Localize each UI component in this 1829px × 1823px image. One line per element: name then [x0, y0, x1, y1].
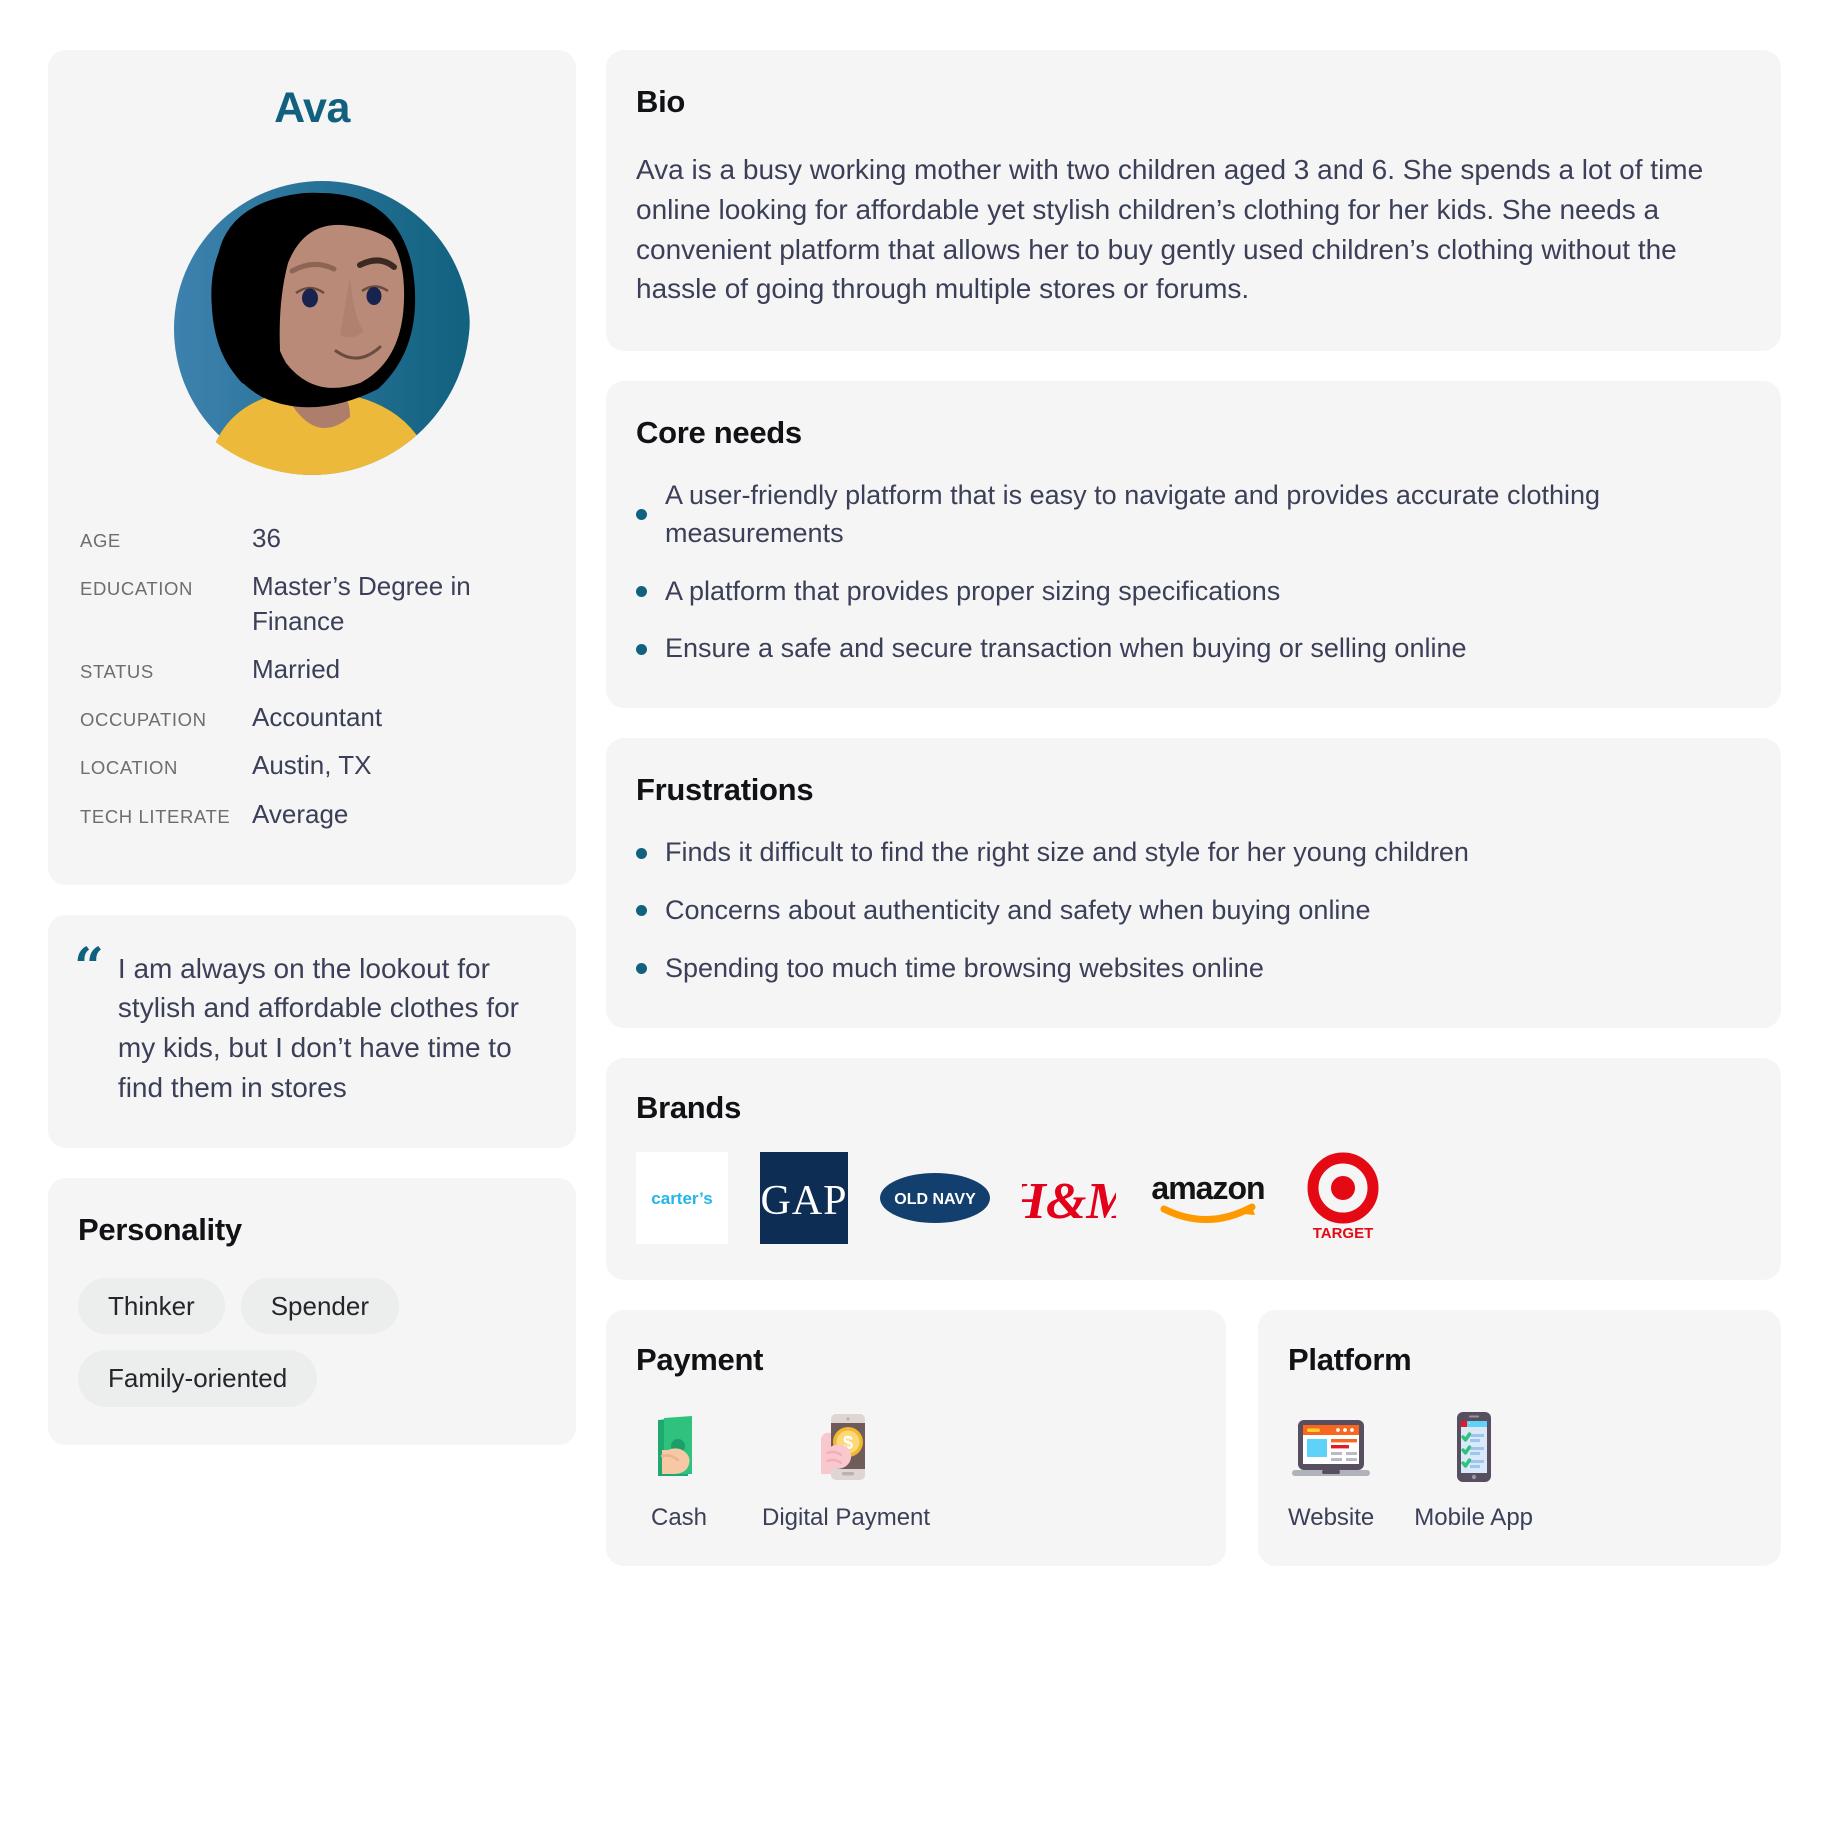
- brands-title: Brands: [636, 1089, 742, 1125]
- attribute-row-tech-literate: Tech Literate Average: [80, 797, 544, 832]
- right-column: Bio Ava is a busy working mother with tw…: [606, 50, 1781, 1567]
- list-item: A platform that provides proper sizing s…: [636, 573, 1743, 611]
- bio-card: Bio Ava is a busy working mother with tw…: [606, 50, 1781, 351]
- personality-chip[interactable]: Thinker: [78, 1277, 225, 1335]
- personality-chip[interactable]: Family-oriented: [78, 1350, 318, 1407]
- core-needs-card: Core needs A user-friendly platform that…: [606, 381, 1781, 709]
- gap-logo: GAP: [760, 1151, 848, 1244]
- bio-text: Ava is a busy working mother with two ch…: [636, 154, 1704, 305]
- platform-option-label: Website: [1288, 1503, 1375, 1531]
- payment-icon-list: Cash $ Digital Payment: [636, 1404, 1188, 1533]
- payment-option-cash[interactable]: Cash: [636, 1404, 722, 1533]
- bullet-dot-icon: [636, 963, 647, 975]
- hm-logo: H&M: [1022, 1158, 1116, 1238]
- svg-text:amazon: amazon: [1151, 1170, 1264, 1206]
- cash-in-hand-icon: [658, 1415, 692, 1476]
- list-item-text: A user-friendly platform that is easy to…: [665, 480, 1601, 548]
- attribute-value: 36: [252, 523, 281, 553]
- bullet-dot-icon: [636, 905, 647, 917]
- attribute-value: Accountant: [252, 702, 383, 733]
- frustrations-title: Frustrations: [636, 772, 814, 808]
- list-item: A user-friendly platform that is easy to…: [636, 477, 1743, 553]
- svg-text:H&M: H&M: [1022, 1173, 1116, 1230]
- attribute-value: Austin, TX: [252, 750, 372, 781]
- attribute-label: Occupation: [80, 709, 207, 731]
- attribute-label: Status: [80, 661, 154, 683]
- target-logo: TARGET: [1300, 1152, 1386, 1244]
- svg-text:TARGET: TARGET: [1313, 1225, 1374, 1242]
- payment-option-digital[interactable]: $ Digital Payment: [762, 1404, 930, 1533]
- page-title: Ava: [274, 84, 350, 132]
- bullet-dot-icon: [636, 585, 647, 597]
- platform-option-website[interactable]: Website: [1288, 1404, 1374, 1533]
- attribute-value: Average: [252, 798, 349, 829]
- list-item-text: Concerns about authenticity and safety w…: [665, 894, 1371, 925]
- platform-icon-list: Website Mobile App: [1288, 1404, 1743, 1533]
- personality-chip-list: Thinker Spender Family-oriented: [78, 1277, 498, 1407]
- quote-text: I am always on the lookout for stylish a…: [117, 952, 519, 1103]
- svg-text:GAP: GAP: [760, 1178, 847, 1224]
- payment-title: Payment: [636, 1341, 764, 1377]
- platform-option-mobile[interactable]: Mobile App: [1414, 1404, 1533, 1533]
- attribute-list: Age 36 Education Master’s Degree in Fina…: [80, 521, 544, 845]
- platform-card: Platform Website Mobile App: [1258, 1309, 1781, 1567]
- bullet-dot-icon: [636, 509, 647, 521]
- attribute-row-age: Age 36: [80, 521, 544, 556]
- attribute-row-location: Location Austin, TX: [80, 748, 544, 783]
- frustrations-list: Finds it difficult to find the right siz…: [636, 834, 1743, 987]
- list-item: Concerns about authenticity and safety w…: [636, 892, 1743, 930]
- mobile-app-icon: [1456, 1411, 1491, 1482]
- svg-text:OLD NAVY: OLD NAVY: [894, 1191, 976, 1208]
- quote-icon: “: [74, 936, 104, 998]
- mobile-payment-icon: $: [821, 1413, 866, 1480]
- profile-card: Ava AGE 36 EDUCATION Master’s Degree in …: [48, 50, 576, 885]
- payment-option-label: Digital Payment: [762, 1503, 931, 1531]
- bio-title: Bio: [636, 84, 686, 119]
- personality-card: Personality Thinker Spender Family-orien…: [48, 1177, 576, 1445]
- attribute-row-education: Education Master’s Degree in Finance: [80, 569, 544, 639]
- personality-chip[interactable]: Spender: [240, 1277, 400, 1335]
- payment-card: Payment Cash $ Digital Payment: [606, 1309, 1226, 1567]
- list-item-text: A platform that provides proper sizing s…: [665, 575, 1281, 606]
- list-item-text: Ensure a safe and secure transaction whe…: [665, 633, 1467, 664]
- platform-option-label: Mobile App: [1414, 1503, 1534, 1531]
- list-item: Ensure a safe and secure transaction whe…: [636, 630, 1743, 668]
- old-navy-logo: OLD NAVY: [880, 1169, 990, 1227]
- quote-card: “ I am always on the lookout for stylish…: [48, 914, 576, 1148]
- brand-logo-list: carter’s GAP OLD NAVY & amazon TARGET: [636, 1151, 1743, 1244]
- core-needs-list: A user-friendly platform that is easy to…: [636, 477, 1743, 668]
- bottom-row: Payment Cash $ Digital Payment Platform …: [606, 1309, 1781, 1567]
- attribute-label: Tech Literate: [80, 805, 231, 827]
- platform-title: Platform: [1288, 1341, 1412, 1377]
- avatar: [154, 159, 470, 475]
- bullet-dot-icon: [636, 643, 647, 655]
- attribute-label: Education: [80, 578, 193, 600]
- laptop-website-icon: [1292, 1419, 1371, 1476]
- attribute-row-occupation: Occupation Accountant: [80, 700, 544, 735]
- carters-logo: carter’s: [636, 1151, 728, 1244]
- left-column: Ava AGE 36 EDUCATION Master’s Degree in …: [48, 50, 576, 1445]
- list-item: Spending too much time browsing websites…: [636, 950, 1743, 988]
- bullet-dot-icon: [636, 847, 647, 859]
- attribute-value: Married: [252, 654, 341, 685]
- personality-title: Personality: [78, 1211, 242, 1247]
- amazon-logo: amazon: [1148, 1163, 1268, 1233]
- list-item-text: Spending too much time browsing websites…: [665, 952, 1264, 983]
- attribute-label: Location: [80, 757, 178, 779]
- core-needs-title: Core needs: [636, 415, 802, 450]
- payment-option-label: Cash: [650, 1503, 708, 1531]
- list-item: Finds it difficult to find the right siz…: [636, 834, 1743, 872]
- frustrations-card: Frustrations Finds it difficult to find …: [606, 738, 1781, 1028]
- svg-text:carter’s: carter’s: [651, 1189, 712, 1208]
- persona-page: Ava AGE 36 EDUCATION Master’s Degree in …: [0, 0, 1829, 1823]
- attribute-value: Master’s Degree in Finance: [252, 571, 471, 637]
- attribute-row-status: Status Married: [80, 652, 544, 687]
- brands-card: Brands carter’s GAP OLD NAVY & amazon TA…: [606, 1057, 1781, 1280]
- list-item-text: Finds it difficult to find the right siz…: [665, 837, 1469, 868]
- attribute-label: Age: [80, 530, 121, 551]
